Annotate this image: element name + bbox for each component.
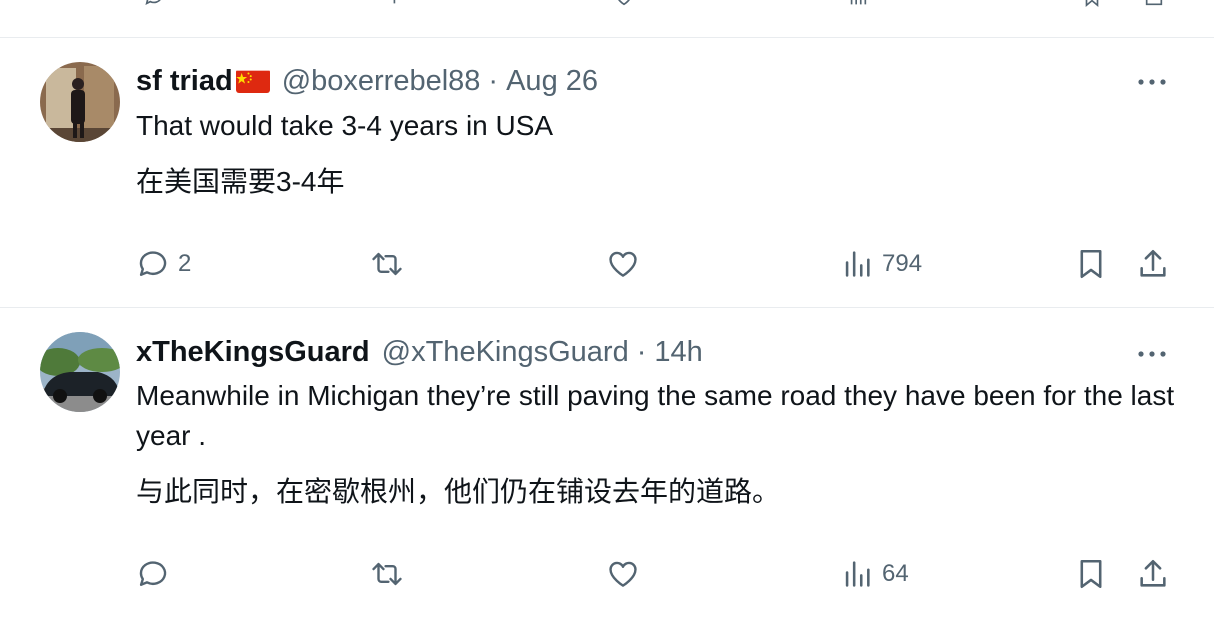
share-button[interactable]: [1136, 244, 1170, 284]
views-button[interactable]: 794: [840, 244, 922, 284]
like-button[interactable]: [606, 554, 640, 594]
tweet-text: That would take 3-4 years in USA: [136, 110, 554, 141]
retweet-button[interactable]: [370, 244, 404, 284]
retweet-icon: [393, 0, 396, 4]
china-flag-icon: [235, 69, 270, 93]
user-handle[interactable]: @boxerrebel88: [282, 65, 481, 98]
share-icon: [1140, 249, 1166, 277]
heart-icon: [609, 251, 637, 277]
reply-count: 2: [178, 250, 192, 277]
display-name[interactable]: sf triad: [136, 65, 233, 98]
view-count: 64: [882, 560, 909, 587]
bookmark-button[interactable]: [1074, 554, 1108, 594]
user-handle[interactable]: @xTheKingsGuard: [382, 336, 629, 369]
reply-button[interactable]: 2: [136, 244, 191, 284]
bookmark-icon: [1080, 249, 1102, 279]
more-options-icon[interactable]: [1136, 338, 1168, 370]
bookmark-icon: [1085, 0, 1099, 8]
views-icon: [845, 251, 870, 277]
share-icon: [1145, 0, 1163, 6]
views-icon: [850, 0, 867, 5]
reply-icon: [145, 0, 161, 5]
timestamp[interactable]: 14h: [654, 336, 702, 369]
tweet-translation: 与此同时，在密歇根州，他们仍在铺设去年的道路。: [136, 476, 781, 507]
tweet-text: Meanwhile in Michigan they’re still pavi…: [136, 380, 1175, 451]
view-count: 794: [882, 250, 923, 277]
previous-tweet-fragment: [0, 0, 1214, 38]
retweet-icon: [372, 562, 402, 586]
display-name[interactable]: xTheKingsGuard: [136, 336, 370, 369]
separator-dot: ·: [636, 335, 647, 368]
like-icon: [618, 0, 630, 6]
reply-icon: [139, 251, 167, 276]
share-icon: [1140, 559, 1166, 587]
heart-icon: [609, 561, 637, 587]
tweet-header: sf triad @boxerrebel88 · Aug 26: [136, 61, 598, 101]
avatar[interactable]: [40, 62, 120, 142]
avatar[interactable]: [40, 332, 120, 412]
views-button[interactable]: 64: [840, 554, 909, 594]
bookmark-icon: [1080, 559, 1102, 589]
tweet[interactable]: xTheKingsGuard @xTheKingsGuard · 14h Mea…: [0, 308, 1214, 624]
more-options-icon[interactable]: [1136, 66, 1168, 98]
reply-icon: [139, 561, 167, 586]
share-button[interactable]: [1136, 554, 1170, 594]
tweet-actions: 2 794: [0, 244, 1214, 284]
separator-dot: ·: [488, 64, 499, 97]
tweet-translation: 在美国需要3-4年: [136, 166, 345, 197]
retweet-button[interactable]: [370, 554, 404, 594]
like-button[interactable]: [606, 244, 640, 284]
views-icon: [845, 561, 870, 587]
tweet-header: xTheKingsGuard @xTheKingsGuard · 14h: [136, 332, 703, 372]
bookmark-button[interactable]: [1074, 244, 1108, 284]
reply-button[interactable]: [136, 554, 178, 594]
retweet-icon: [372, 252, 402, 276]
timestamp[interactable]: Aug 26: [506, 65, 598, 98]
tweet[interactable]: sf triad @boxerrebel88 · Aug 26 That wou…: [0, 38, 1214, 308]
tweet-actions: 64: [0, 554, 1214, 594]
